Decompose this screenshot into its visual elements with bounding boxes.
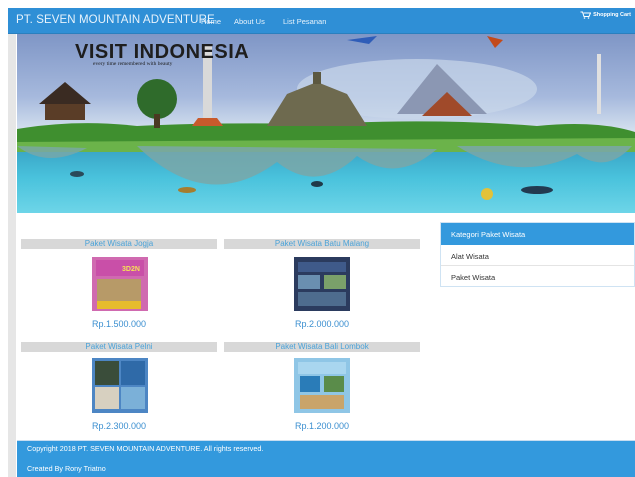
- top-navbar: PT. SEVEN MOUNTAIN ADVENTURE Home About …: [8, 8, 635, 34]
- footer: Copyright 2018 PT. SEVEN MOUNTAIN ADVENT…: [17, 440, 635, 477]
- product-price-batu-malang: Rp.2.000.000: [294, 319, 350, 329]
- product-poster-text: 3D2N: [122, 266, 140, 273]
- product-title-pelni[interactable]: Paket Wisata Pelni: [21, 342, 217, 352]
- product-image-bali-lombok[interactable]: [294, 358, 350, 413]
- category-item-alat-wisata[interactable]: Alat Wisata: [441, 245, 634, 266]
- page-left-border: [8, 8, 16, 477]
- product-title-bali-lombok[interactable]: Paket Wisata Bali Lombok: [224, 342, 420, 352]
- product-title-jogja[interactable]: Paket Wisata Jogja: [21, 239, 217, 249]
- nav-home[interactable]: Home: [201, 17, 221, 26]
- page: PT. SEVEN MOUNTAIN ADVENTURE Home About …: [0, 0, 635, 477]
- hero-banner: VISIT INDONESIA every time remembered wi…: [17, 34, 635, 213]
- category-item-paket-wisata[interactable]: Paket Wisata: [441, 266, 634, 287]
- product-title-batu-malang[interactable]: Paket Wisata Batu Malang: [224, 239, 420, 249]
- footer-copyright: Copyright 2018 PT. SEVEN MOUNTAIN ADVENT…: [27, 444, 264, 453]
- brand-link[interactable]: PT. SEVEN MOUNTAIN ADVENTURE: [16, 14, 215, 26]
- product-image-batu-malang[interactable]: [294, 257, 350, 311]
- product-image-pelni[interactable]: [92, 358, 148, 413]
- shopping-cart-link[interactable]: Shopping Cart: [580, 11, 631, 19]
- footer-credit: Created By Rony Triatno: [27, 464, 106, 473]
- product-price-pelni: Rp.2.300.000: [91, 421, 147, 431]
- category-panel: Kategori Paket Wisata Alat Wisata Paket …: [440, 222, 635, 287]
- product-image-jogja[interactable]: 3D2N: [92, 257, 148, 311]
- nav-about-us[interactable]: About Us: [234, 17, 265, 26]
- nav-list-pesanan[interactable]: List Pesanan: [283, 17, 326, 26]
- product-price-jogja: Rp.1.500.000: [91, 319, 147, 329]
- product-price-bali-lombok: Rp.1.200.000: [294, 421, 350, 431]
- category-panel-heading: Kategori Paket Wisata: [441, 223, 634, 245]
- hero-subtitle: every time remembered with beauty: [93, 61, 173, 67]
- cart-icon: [580, 11, 592, 19]
- cart-label: Shopping Cart: [593, 12, 631, 18]
